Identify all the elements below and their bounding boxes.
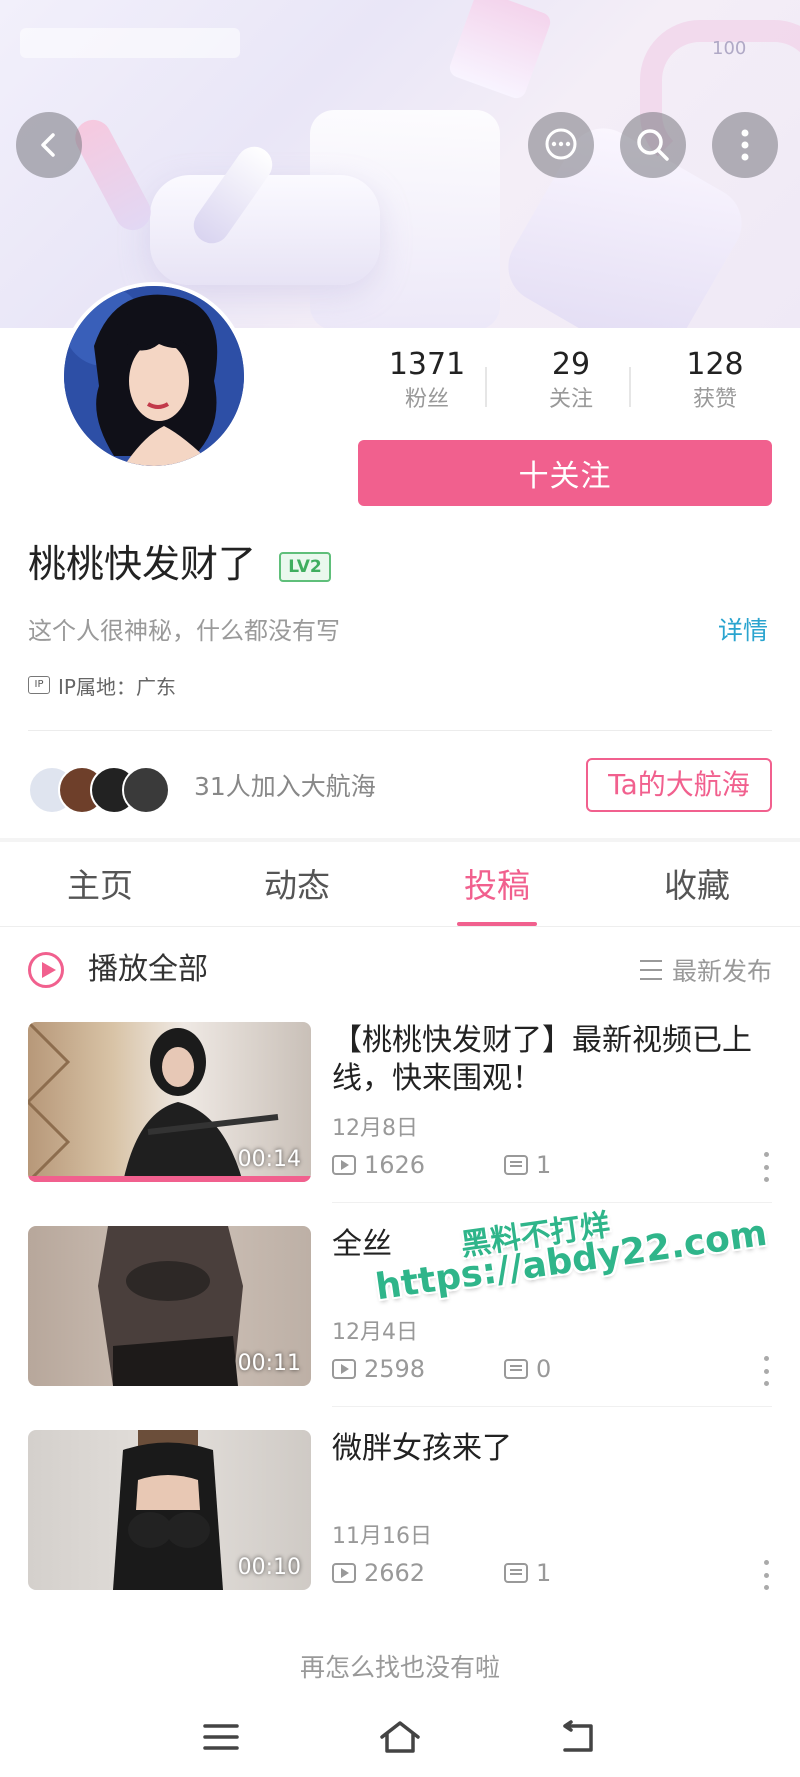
comment-count: 1 xyxy=(536,1559,552,1587)
comment-count-icon xyxy=(504,1359,528,1379)
video-title[interactable]: 微胖女孩来了 xyxy=(332,1430,762,1468)
video-item[interactable]: 00:10 微胖女孩来了 11月16日 2662 1 xyxy=(0,1430,800,1630)
stat-likes[interactable]: 128 获赞 xyxy=(643,345,787,415)
comment-count: 0 xyxy=(536,1355,552,1383)
user-avatar[interactable] xyxy=(60,282,248,470)
fans-count: 1371 xyxy=(388,347,466,382)
active-tab-indicator xyxy=(457,922,537,926)
nav-home-button[interactable] xyxy=(375,1712,425,1762)
play-all-row: 播放全部 最新发布 xyxy=(28,948,772,996)
divider xyxy=(332,1406,772,1407)
list-icon xyxy=(639,960,662,980)
play-count-icon xyxy=(332,1563,356,1583)
video-meta: 2598 0 xyxy=(332,1354,551,1384)
sort-dropdown[interactable]: 最新发布 xyxy=(639,948,772,992)
play-count-icon xyxy=(332,1359,356,1379)
sort-label: 最新发布 xyxy=(671,957,772,986)
stat-following[interactable]: 29 关注 xyxy=(499,345,643,415)
stat-divider xyxy=(629,367,631,407)
follow-button[interactable]: 十关注 xyxy=(358,440,772,506)
system-nav-bar xyxy=(0,1698,800,1777)
search-icon xyxy=(637,129,669,161)
fleet-button[interactable]: Ta的大航海 xyxy=(586,758,772,812)
likes-label: 获赞 xyxy=(692,387,737,412)
video-duration: 00:10 xyxy=(237,1555,301,1580)
video-more-button[interactable] xyxy=(764,1560,770,1590)
fleet-row[interactable]: 31人加入大航海 Ta的大航海 xyxy=(28,758,772,816)
play-count: 2662 xyxy=(364,1559,426,1587)
video-thumbnail[interactable]: 00:14 xyxy=(28,1022,311,1182)
return-icon xyxy=(563,1720,593,1752)
ip-location: IP属地：广东 xyxy=(58,674,176,699)
video-more-button[interactable] xyxy=(764,1152,770,1182)
status-bar-time xyxy=(20,28,240,58)
tab-home[interactable]: 主页 xyxy=(0,846,200,926)
video-title[interactable]: 【桃桃快发财了】最新视频已上线，快来围观！ xyxy=(332,1022,762,1098)
video-date: 12月4日 xyxy=(332,1320,418,1345)
nav-menu-button[interactable] xyxy=(196,1712,246,1762)
video-more-button[interactable] xyxy=(764,1356,770,1386)
video-thumbnail[interactable]: 00:11 xyxy=(28,1226,311,1386)
fans-label: 粉丝 xyxy=(404,387,449,412)
profile-banner: 100 xyxy=(0,0,800,328)
battery-level: 100 xyxy=(712,38,747,59)
profile-tabs: 主页 动态 投稿 收藏 xyxy=(0,846,800,927)
watch-progress xyxy=(28,1176,311,1182)
detail-link[interactable]: 详情 xyxy=(718,614,768,648)
ip-location-row: IP IP属地：广东 xyxy=(28,670,176,700)
tab-uploads[interactable]: 投稿 xyxy=(397,846,597,926)
ip-tag-icon: IP xyxy=(28,676,50,694)
avatar-illustration xyxy=(64,286,244,466)
fleet-member-count: 31人加入大航海 xyxy=(194,772,376,801)
play-count-icon xyxy=(332,1155,356,1175)
divider xyxy=(332,1202,772,1203)
end-of-list-text: 再怎么找也没有啦 xyxy=(299,1653,500,1682)
video-meta: 2662 1 xyxy=(332,1558,551,1588)
video-duration: 00:11 xyxy=(237,1351,301,1376)
tab-dynamics[interactable]: 动态 xyxy=(197,846,397,926)
comment-count-icon xyxy=(504,1563,528,1583)
divider xyxy=(28,730,772,731)
play-circle-icon[interactable] xyxy=(28,952,64,988)
play-count: 1626 xyxy=(364,1151,426,1179)
stat-divider xyxy=(485,367,487,407)
chevron-left-icon xyxy=(41,133,55,157)
profile-stats: 1371 粉丝 29 关注 128 获赞 xyxy=(355,345,787,425)
video-date: 11月16日 xyxy=(332,1524,432,1549)
user-bio: 这个人很神秘，什么都没有写 xyxy=(28,617,340,645)
back-button[interactable] xyxy=(16,112,82,178)
play-count: 2598 xyxy=(364,1355,426,1383)
following-label: 关注 xyxy=(548,387,593,412)
video-date: 12月8日 xyxy=(332,1116,418,1141)
username: 桃桃快发财了 xyxy=(28,542,257,586)
more-button[interactable] xyxy=(712,112,778,178)
likes-count: 128 xyxy=(686,347,744,382)
stat-fans[interactable]: 1371 粉丝 xyxy=(355,345,499,415)
menu-icon xyxy=(203,1724,239,1750)
video-thumbnail[interactable]: 00:10 xyxy=(28,1430,311,1590)
message-button[interactable] xyxy=(528,112,594,178)
comment-count-icon xyxy=(504,1155,528,1175)
comment-count: 1 xyxy=(536,1151,552,1179)
more-vertical-icon xyxy=(741,129,749,161)
nav-back-button[interactable] xyxy=(552,1712,602,1762)
tab-favorites[interactable]: 收藏 xyxy=(597,846,797,926)
play-all-button[interactable]: 播放全部 xyxy=(88,948,208,992)
search-button[interactable] xyxy=(620,112,686,178)
video-duration: 00:14 xyxy=(237,1147,301,1172)
following-count: 29 xyxy=(551,347,591,382)
video-item[interactable]: 00:14 【桃桃快发财了】最新视频已上线，快来围观！ 12月8日 1626 1 xyxy=(0,1022,800,1222)
home-icon xyxy=(380,1721,420,1753)
chat-bubble-icon xyxy=(545,128,577,160)
level-badge: LV2 xyxy=(279,552,331,582)
video-meta: 1626 1 xyxy=(332,1150,551,1180)
fleet-member-avatar xyxy=(122,766,170,814)
section-gap xyxy=(0,838,800,842)
